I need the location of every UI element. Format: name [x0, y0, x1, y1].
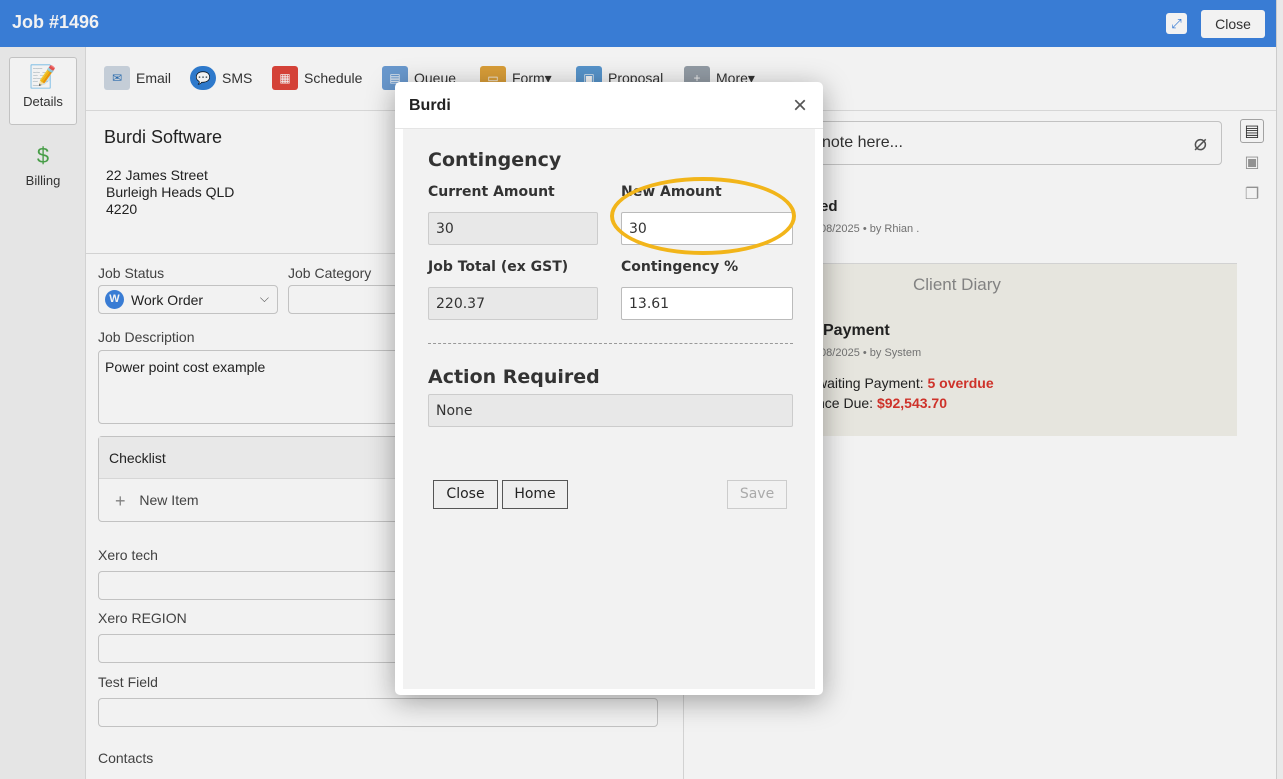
- contingency-modal: Burdi × Contingency Current Amount New A…: [395, 82, 823, 695]
- contingency-heading: Contingency: [428, 149, 562, 171]
- modal-header: Burdi ×: [395, 82, 823, 129]
- current-amount-field: 30: [428, 212, 598, 245]
- modal-title: Burdi: [409, 97, 451, 114]
- action-required-heading: Action Required: [428, 366, 600, 388]
- section-divider: [428, 343, 793, 344]
- close-button[interactable]: Close: [433, 480, 498, 509]
- contingency-pct-input[interactable]: 13.61: [621, 287, 793, 320]
- background-strip: [1276, 0, 1283, 779]
- contingency-pct-label: Contingency %: [621, 259, 739, 275]
- job-total-field: 220.37: [428, 287, 598, 320]
- job-total-label: Job Total (ex GST): [428, 259, 569, 275]
- current-amount-label: Current Amount: [428, 184, 555, 200]
- highlight-annotation: [610, 177, 796, 255]
- close-icon[interactable]: ×: [793, 92, 807, 120]
- home-button[interactable]: Home: [502, 480, 568, 509]
- action-required-field: None: [428, 394, 793, 427]
- save-button[interactable]: Save: [727, 480, 787, 509]
